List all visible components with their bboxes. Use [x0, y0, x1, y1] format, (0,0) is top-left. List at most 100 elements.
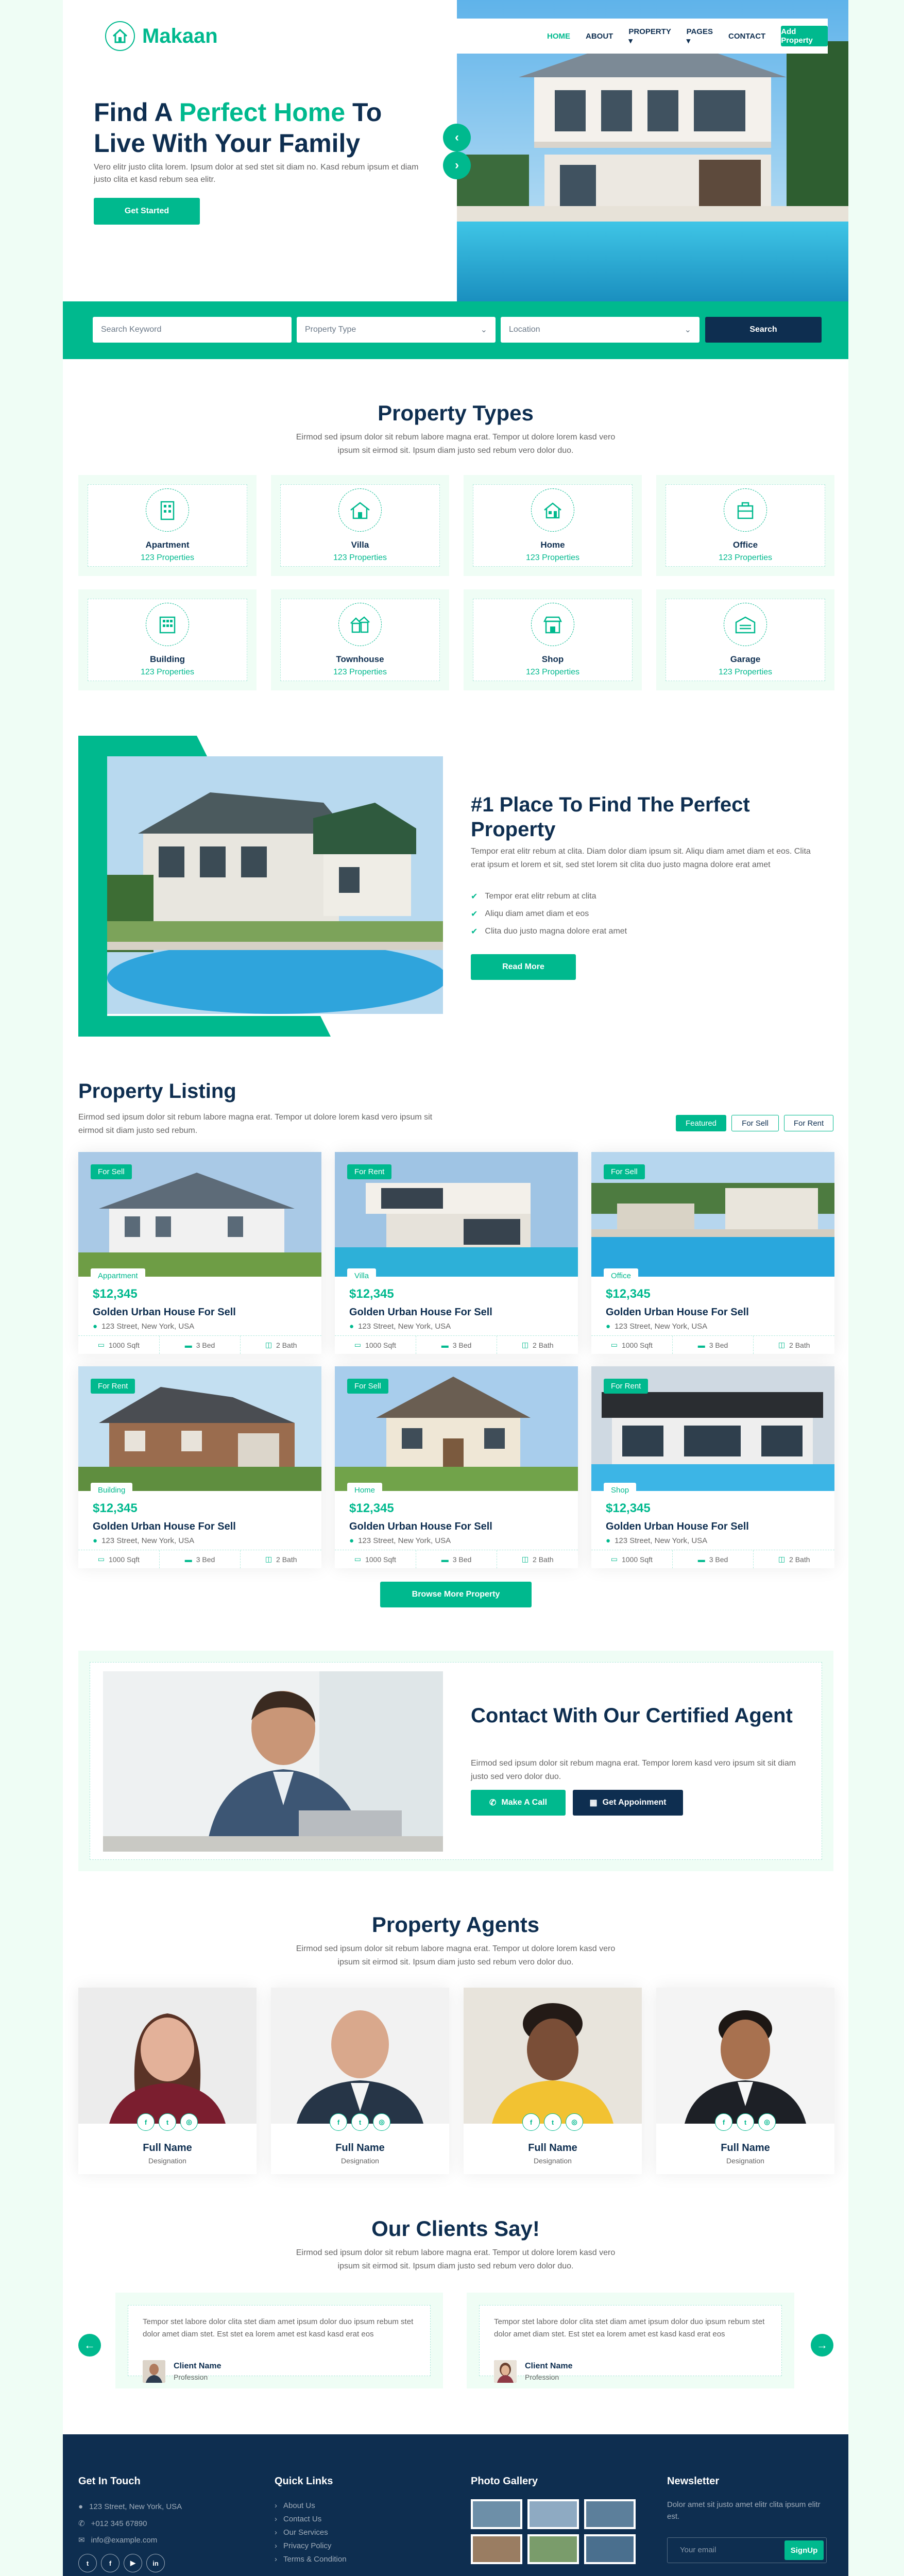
building-icon	[146, 603, 189, 646]
get-appointment-button[interactable]: ▦ Get Appoinment	[573, 1790, 683, 1816]
property-card[interactable]: For Rent Shop $12,345 Golden Urban House…	[591, 1366, 834, 1568]
agent-card[interactable]: f t ◎ Full Name Designation	[656, 1988, 834, 2174]
gallery-thumb[interactable]	[471, 2534, 522, 2564]
address-text: 123 Street, New York, USA	[358, 1322, 451, 1331]
type-name: Apartment	[145, 540, 190, 550]
footer-link[interactable]: › Terms & Condition	[275, 2555, 347, 2564]
property-card[interactable]: For Sell Office $12,345 Golden Urban Hou…	[591, 1152, 834, 1354]
logo-text[interactable]: Makaan	[142, 25, 218, 48]
twitter-icon[interactable]: t	[544, 2113, 561, 2131]
property-name[interactable]: Golden Urban House For Sell	[349, 1307, 492, 1318]
type-card-garage[interactable]: Garage 123 Properties	[656, 589, 834, 690]
property-name[interactable]: Golden Urban House For Sell	[606, 1307, 749, 1318]
agent-card[interactable]: f t ◎ Full Name Designation	[271, 1988, 449, 2174]
property-meta: ▭ 1000 Sqft ▬ 3 Bed ◫ 2 Bath	[78, 1335, 321, 1354]
browse-more-button[interactable]: Browse More Property	[380, 1582, 532, 1607]
gallery-thumb[interactable]	[584, 2534, 636, 2564]
add-property-button[interactable]: Add Property	[781, 26, 828, 46]
shop-icon	[531, 603, 574, 646]
clients-prev-button[interactable]: ←	[78, 2334, 101, 2357]
facebook-icon[interactable]: f	[330, 2113, 347, 2131]
sqft-text: 1000 Sqft	[365, 1341, 396, 1349]
property-card[interactable]: For Sell Appartment $12,345 Golden Urban…	[78, 1152, 321, 1354]
type-card-villa[interactable]: Villa 123 Properties	[271, 475, 449, 576]
facebook-icon[interactable]: f	[101, 2554, 120, 2572]
signup-button[interactable]: SignUp	[784, 2540, 824, 2560]
instagram-icon[interactable]: ◎	[180, 2113, 198, 2131]
facebook-icon[interactable]: f	[137, 2113, 155, 2131]
search-keyword-placeholder: Search Keyword	[101, 325, 162, 334]
instagram-icon[interactable]: ◎	[373, 2113, 390, 2131]
footer-link[interactable]: › Contact Us	[275, 2515, 321, 2523]
property-card[interactable]: For Rent Villa $12,345 Golden Urban Hous…	[335, 1152, 578, 1354]
hero-prev-arrow[interactable]: ‹	[443, 124, 471, 151]
tab-for-sell[interactable]: For Sell	[731, 1115, 779, 1131]
twitter-icon[interactable]: t	[351, 2113, 369, 2131]
type-card-home[interactable]: Home 123 Properties	[464, 475, 642, 576]
nav-contact[interactable]: Contact	[728, 32, 765, 41]
meta-bath: ◫ 2 Bath	[497, 1550, 578, 1568]
facebook-icon[interactable]: f	[522, 2113, 540, 2131]
location-select[interactable]: Location ⌄	[501, 317, 700, 343]
agent-card[interactable]: f t ◎ Full Name Designation	[464, 1988, 642, 2174]
facebook-icon[interactable]: f	[715, 2113, 732, 2131]
search-keyword-input[interactable]: Search Keyword	[93, 317, 292, 343]
footer-socials: t f ▶ in	[78, 2554, 165, 2572]
search-button[interactable]: Search	[705, 317, 822, 343]
phone-icon: ✆	[489, 1799, 497, 1807]
linkedin-icon[interactable]: in	[146, 2554, 165, 2572]
property-name[interactable]: Golden Urban House For Sell	[349, 1521, 492, 1533]
read-more-button[interactable]: Read More	[471, 954, 576, 980]
bath-icon: ◫	[265, 1341, 272, 1349]
type-card-apartment[interactable]: Apartment 123 Properties	[78, 475, 257, 576]
type-name: Building	[150, 654, 185, 664]
agent-photo	[656, 1988, 834, 2124]
nav-pages[interactable]: Pages ▾	[687, 27, 713, 45]
gallery-thumb[interactable]	[527, 2534, 579, 2564]
gallery-thumb[interactable]	[527, 2499, 579, 2529]
property-card[interactable]: For Rent Building $12,345 Golden Urban H…	[78, 1366, 321, 1568]
listing-subtitle: Eirmod sed ipsum dolor sit rebum labore …	[78, 1113, 433, 1135]
youtube-icon[interactable]: ▶	[124, 2554, 142, 2572]
type-card-building[interactable]: Building 123 Properties	[78, 589, 257, 690]
meta-bath: ◫ 2 Bath	[241, 1336, 321, 1354]
nav-home[interactable]: Home	[547, 32, 570, 41]
footer-link[interactable]: › Privacy Policy	[275, 2541, 331, 2550]
twitter-icon[interactable]: t	[78, 2554, 97, 2572]
hero-title-highlight: Perfect Home	[179, 98, 346, 127]
address-text: 123 Street, New York, USA	[358, 1536, 451, 1545]
type-card-shop[interactable]: Shop 123 Properties	[464, 589, 642, 690]
gallery-thumb[interactable]	[584, 2499, 636, 2529]
nav-about[interactable]: About	[586, 32, 613, 41]
tab-for-rent[interactable]: For Rent	[784, 1115, 833, 1131]
agent-role: Designation	[726, 2157, 764, 2165]
nav-property[interactable]: Property ▾	[628, 27, 671, 45]
bath-icon: ◫	[265, 1555, 272, 1563]
type-count: 123 Properties	[718, 553, 773, 562]
bed-icon: ▬	[184, 1555, 192, 1564]
townhouse-icon	[338, 603, 382, 646]
type-card-office[interactable]: Office 123 Properties	[656, 475, 834, 576]
gallery-thumb[interactable]	[471, 2499, 522, 2529]
twitter-icon[interactable]: t	[737, 2113, 754, 2131]
instagram-icon[interactable]: ◎	[758, 2113, 776, 2131]
property-type-select[interactable]: Property Type ⌄	[297, 317, 496, 343]
twitter-icon[interactable]: t	[159, 2113, 176, 2131]
logo-icon[interactable]	[105, 21, 135, 51]
type-card-townhouse[interactable]: Townhouse 123 Properties	[271, 589, 449, 690]
footer-link[interactable]: › About Us	[275, 2501, 315, 2510]
property-name[interactable]: Golden Urban House For Sell	[93, 1521, 236, 1533]
tab-featured[interactable]: Featured	[676, 1115, 726, 1131]
property-name[interactable]: Golden Urban House For Sell	[606, 1521, 749, 1533]
bath-icon: ◫	[521, 1555, 529, 1563]
hero-next-arrow[interactable]: ›	[443, 151, 471, 179]
instagram-icon[interactable]: ◎	[566, 2113, 583, 2131]
get-started-button[interactable]: Get Started	[94, 198, 200, 225]
property-card[interactable]: For Sell Home $12,345 Golden Urban House…	[335, 1366, 578, 1568]
footer-link[interactable]: › Our Services	[275, 2528, 328, 2537]
map-pin-icon: ●	[78, 2502, 83, 2511]
agent-card[interactable]: f t ◎ Full Name Designation	[78, 1988, 257, 2174]
property-name[interactable]: Golden Urban House For Sell	[93, 1307, 236, 1318]
make-a-call-button[interactable]: ✆ Make A Call	[471, 1790, 566, 1816]
clients-next-button[interactable]: →	[811, 2334, 833, 2357]
